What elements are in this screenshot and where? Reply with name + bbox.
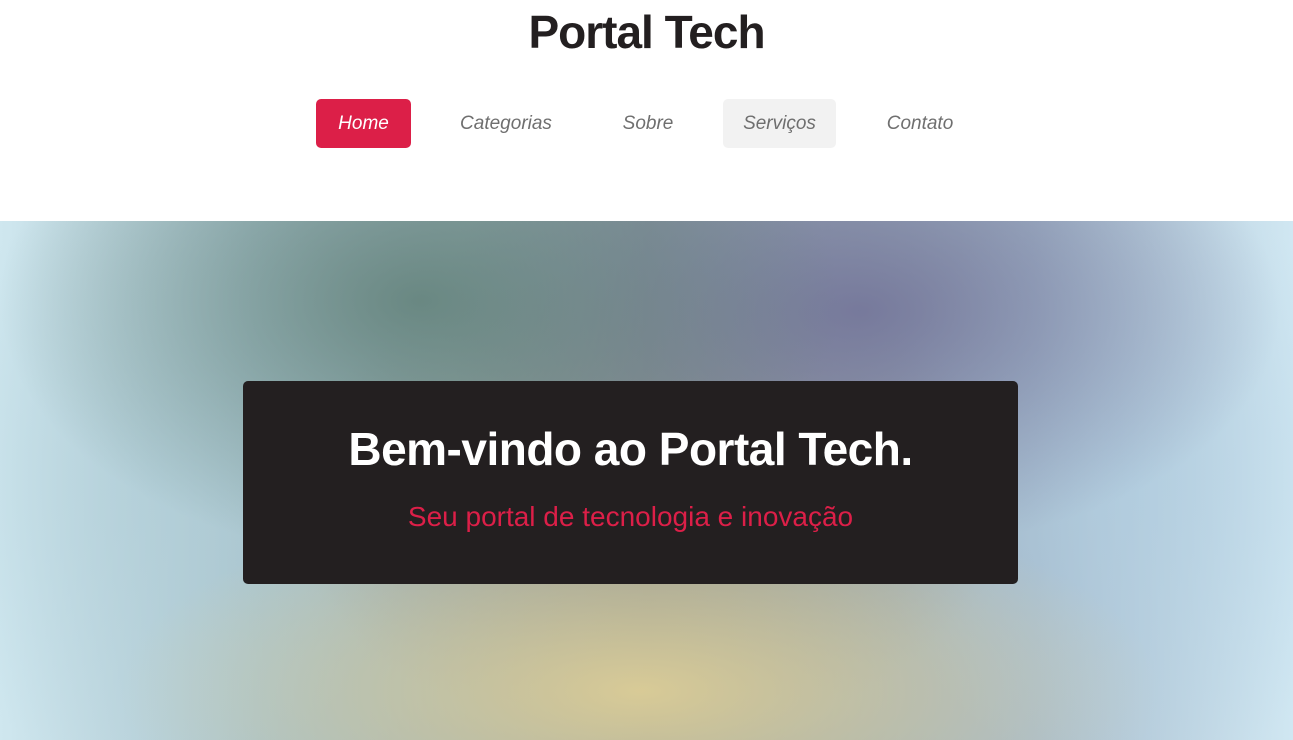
hero-section: Bem-vindo ao Portal Tech. Seu portal de …: [0, 221, 1293, 740]
nav-item-sobre[interactable]: Sobre: [603, 99, 693, 148]
hero-card: Bem-vindo ao Portal Tech. Seu portal de …: [243, 381, 1018, 584]
nav-item-servicos[interactable]: Serviços: [723, 99, 836, 148]
site-title[interactable]: Portal Tech: [0, 2, 1293, 62]
nav-item-home[interactable]: Home: [316, 99, 411, 148]
site-header: Portal Tech Home Categorias Sobre Serviç…: [0, 0, 1293, 221]
hero-title: Bem-vindo ao Portal Tech.: [348, 423, 913, 475]
nav-item-categorias[interactable]: Categorias: [451, 99, 561, 148]
hero-subtitle: Seu portal de tecnologia e inovação: [407, 501, 854, 532]
nav-item-contato[interactable]: Contato: [870, 99, 970, 148]
main-nav: Home Categorias Sobre Serviços Contato: [0, 99, 1293, 148]
